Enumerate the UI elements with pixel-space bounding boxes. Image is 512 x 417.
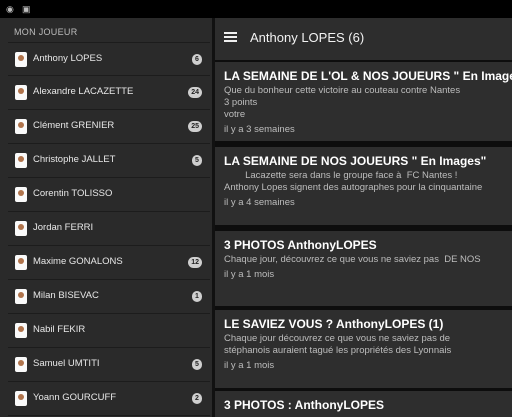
article-card[interactable]: LA SEMAINE DE NOS JOUEURS " En Images" L…: [215, 147, 512, 225]
player-name: Nabil FEKIR: [33, 324, 86, 335]
sidebar-player-item[interactable]: Yoann GOURCUFF 2: [8, 382, 210, 416]
player-avatar-icon: [15, 323, 27, 338]
player-name: Corentin TOLISSO: [33, 188, 113, 199]
sidebar-player-item[interactable]: Corentin TOLISSO: [8, 178, 210, 212]
count-badge: 25: [188, 121, 202, 132]
article-timestamp: il y a 4 semaines: [224, 197, 295, 208]
sidebar-player-item[interactable]: Anthony LOPES 6: [8, 42, 210, 76]
count-badge: 2: [192, 393, 202, 404]
sidebar-player-item[interactable]: Maxime GONALONS 12: [8, 246, 210, 280]
player-name: Jordan FERRI: [33, 222, 94, 233]
sidebar-player-item[interactable]: Alexandre LACAZETTE 24: [8, 76, 210, 110]
article-excerpt-line: Anthony Lopes signent des autographes po…: [224, 182, 483, 193]
image-icon: ▣: [22, 4, 31, 14]
sidebar-player-item[interactable]: Christophe JALLET 5: [8, 144, 210, 178]
article-excerpt-line: Lacazette sera dans le groupe face à FC …: [224, 170, 458, 181]
article-card[interactable]: 3 PHOTOS AnthonyLOPES Chaque jour, découv…: [215, 231, 512, 306]
player-name: Clément GRENIER: [33, 120, 115, 131]
player-name: Maxime GONALONS: [33, 256, 123, 267]
article-title: LE SAVIEZ VOUS ? AnthonyLOPES (1): [224, 317, 444, 331]
article-timestamp: il y a 3 semaines: [224, 124, 295, 135]
article-timestamp: il y a 1 mois: [224, 269, 275, 280]
player-avatar-icon: [15, 357, 27, 372]
article-excerpt-line: stéphanois auraient tagué les propriétés…: [224, 345, 452, 356]
article-title: LA SEMAINE DE L'OL & NOS JOUEURS " En Im…: [224, 69, 512, 83]
sidebar-player-item[interactable]: Samuel UMTITI 5: [8, 348, 210, 382]
menu-icon[interactable]: [224, 32, 237, 42]
article-card[interactable]: 3 PHOTOS : AnthonyLOPES: [215, 391, 512, 417]
article-excerpt-line: 3 points: [224, 97, 258, 108]
sidebar-player-item[interactable]: Clément GRENIER 25: [8, 110, 210, 144]
sidebar-player-item[interactable]: Jordan FERRI: [8, 212, 210, 246]
status-bar: ◉ ▣: [0, 0, 512, 18]
article-title: 3 PHOTOS : AnthonyLOPES: [224, 398, 385, 412]
article-card[interactable]: LA SEMAINE DE L'OL & NOS JOUEURS " En Im…: [215, 62, 512, 141]
player-name: Alexandre LACAZETTE: [33, 86, 134, 97]
article-title: LA SEMAINE DE NOS JOUEURS " En Images": [224, 154, 487, 168]
count-badge: 24: [188, 87, 202, 98]
article-excerpt-line: votre: [224, 109, 246, 120]
article-title: 3 PHOTOS AnthonyLOPES: [224, 238, 377, 252]
article-list: LA SEMAINE DE L'OL & NOS JOUEURS " En Im…: [215, 60, 512, 417]
player-avatar-icon: [15, 52, 27, 67]
player-name: Milan BISEVAC: [33, 290, 99, 301]
sidebar: MON JOUEUR Anthony LOPES 6 Alexandre LACAZ…: [0, 18, 212, 417]
player-avatar-icon: [15, 119, 27, 134]
sidebar-player-item[interactable]: Milan BISEVAC 1: [8, 280, 210, 314]
player-avatar-icon: [15, 255, 27, 270]
player-avatar-icon: [15, 221, 27, 236]
player-name: Anthony LOPES: [33, 53, 103, 64]
player-list: Anthony LOPES 6 Alexandre LACAZETTE 24 Cléme…: [8, 42, 210, 416]
player-avatar-icon: [15, 153, 27, 168]
notification-icon: ◉: [6, 4, 14, 14]
article-excerpt-line: Que du bonheur cette victoire au couteau…: [224, 85, 461, 96]
sidebar-section-title: MON JOUEUR: [14, 27, 78, 37]
count-badge: 5: [192, 359, 202, 370]
player-name: Christophe JALLET: [33, 154, 116, 165]
player-avatar-icon: [15, 85, 27, 100]
article-timestamp: il y a 1 mois: [224, 360, 275, 371]
player-avatar-icon: [15, 289, 27, 304]
app-bar: Anthony LOPES (6): [215, 18, 512, 60]
count-badge: 1: [192, 291, 202, 302]
player-name: Yoann GOURCUFF: [33, 392, 117, 403]
player-name: Samuel UMTITI: [33, 358, 100, 369]
article-excerpt-line: Chaque jour découvrez ce que vous ne sav…: [224, 333, 451, 344]
article-excerpt-line: Chaque jour, découvrez ce que vous ne sa…: [224, 254, 481, 265]
count-badge: 12: [188, 257, 202, 268]
page-title: Anthony LOPES (6): [250, 30, 365, 45]
player-avatar-icon: [15, 187, 27, 202]
count-badge: 5: [192, 155, 202, 166]
article-card[interactable]: LE SAVIEZ VOUS ? AnthonyLOPES (1) Chaque …: [215, 310, 512, 388]
sidebar-player-item[interactable]: Nabil FEKIR: [8, 314, 210, 348]
count-badge: 6: [192, 54, 202, 65]
player-avatar-icon: [15, 391, 27, 406]
